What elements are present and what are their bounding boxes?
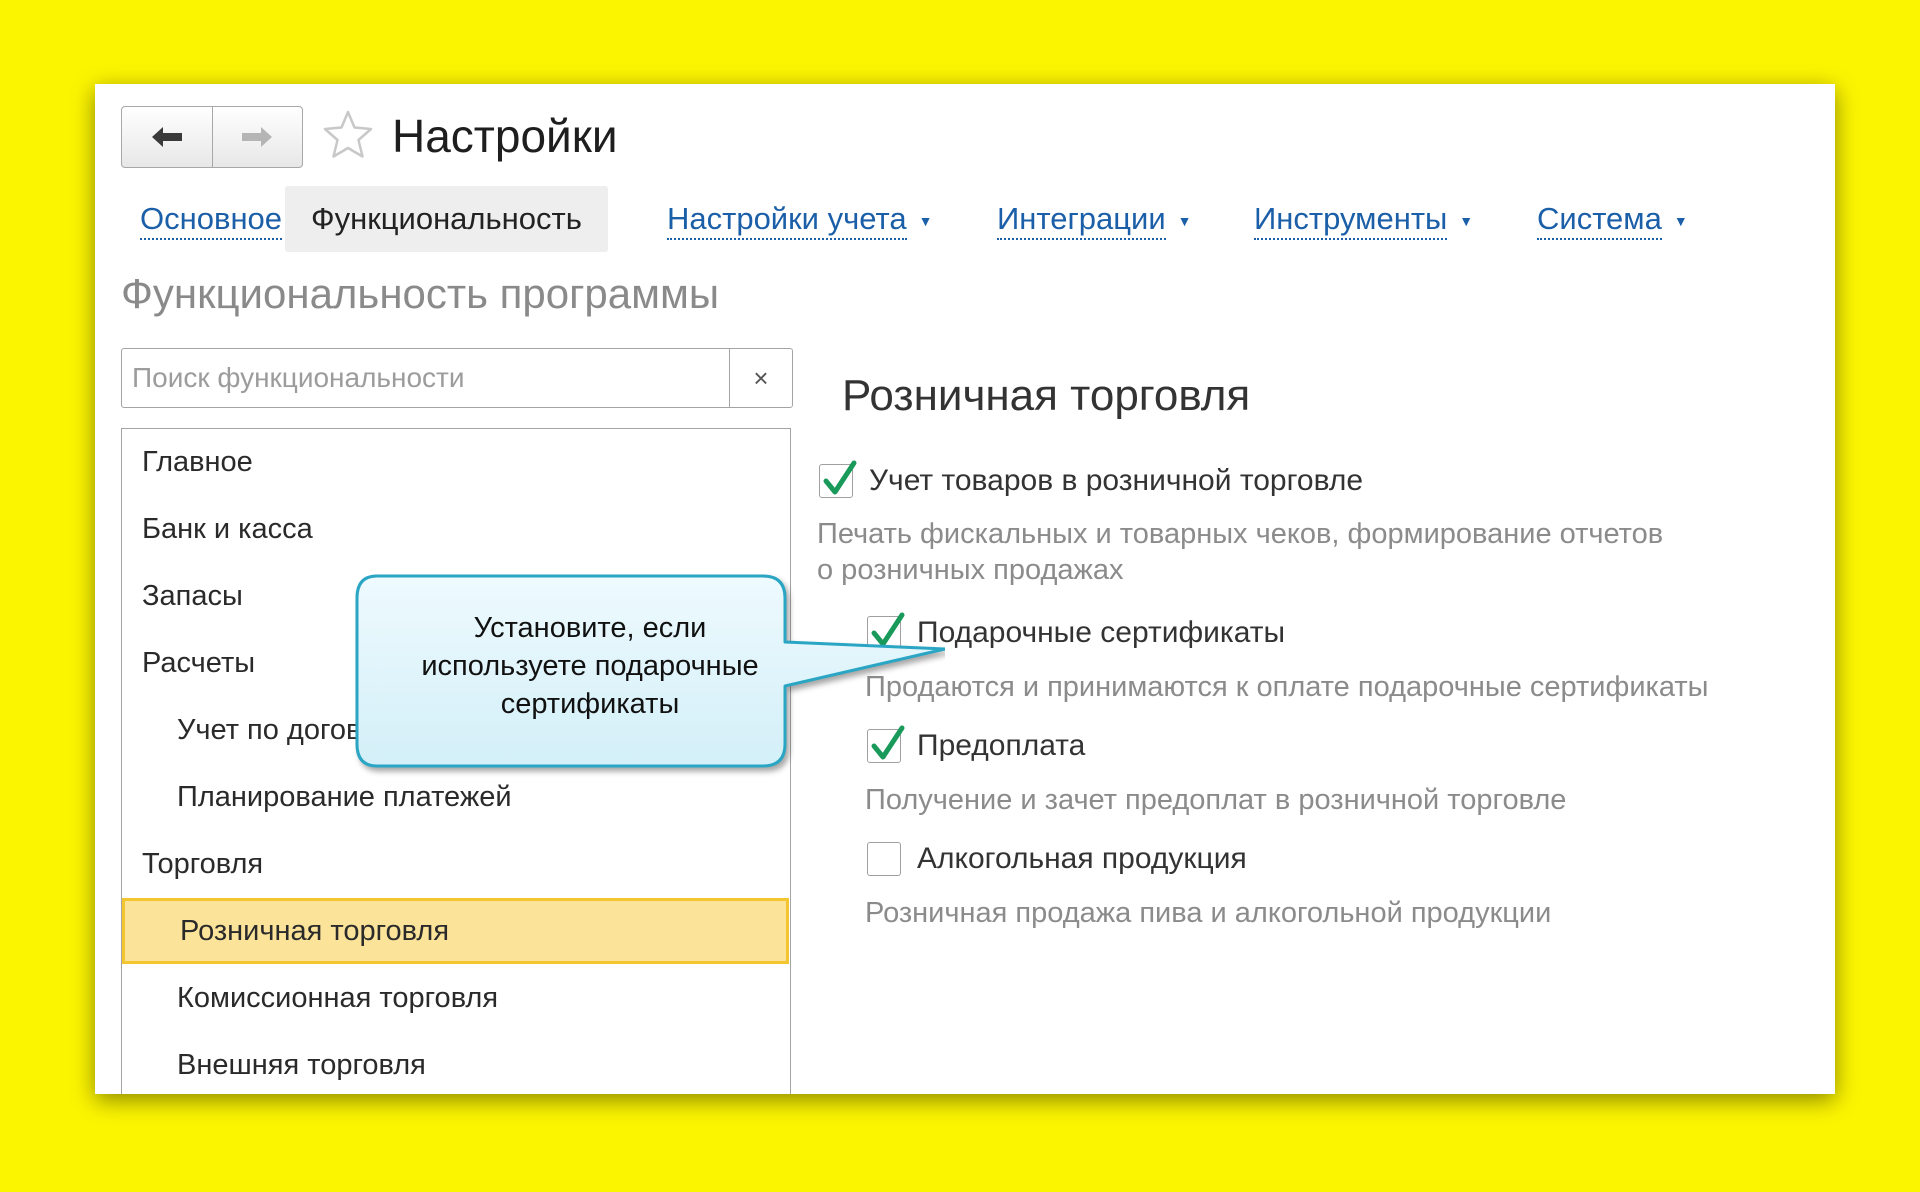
option-description: Получение и зачет предоплат в розничной … [865, 782, 1566, 818]
checkbox-alkogolnaya-produktsiya[interactable] [867, 842, 901, 876]
description-line: Получение и зачет предоплат в розничной … [865, 784, 1567, 816]
nav-buttons [121, 106, 303, 168]
tab-funktsionalnost[interactable]: Функциональность [285, 186, 608, 252]
search-input[interactable] [122, 349, 728, 407]
description-line: Печать фискальных и товарных чеков, форм… [817, 518, 1664, 550]
tree-item-bank-i-kassa[interactable]: Банк и касса [122, 496, 789, 562]
callout-text: Установите, если используете подарочные … [400, 609, 780, 723]
tab-label: Основное [140, 201, 283, 240]
tab-osnovnoe[interactable]: Основное [140, 186, 283, 252]
clear-search-button[interactable]: × [729, 349, 792, 407]
settings-window: Настройки Основное Функциональность Наст… [95, 84, 1835, 1094]
callout-line: Установите, если [473, 612, 707, 644]
dropdown-caret-icon: ▼ [1673, 212, 1688, 229]
window-title: Настройки [392, 110, 618, 162]
option-label[interactable]: Подарочные сертификаты [917, 613, 1285, 653]
description-line: Розничная продажа пива и алкогольной про… [865, 897, 1552, 929]
tab-label: Функциональность [311, 201, 582, 236]
back-button[interactable] [122, 107, 212, 167]
callout-line: используете подарочные [421, 650, 759, 682]
tab-label: Система [1537, 201, 1662, 240]
forward-arrow-icon [242, 127, 273, 147]
tree-item-torgovlya[interactable]: Торговля [122, 831, 789, 897]
dropdown-caret-icon: ▼ [1177, 212, 1192, 229]
tab-label: Интеграции [997, 201, 1166, 240]
tab-nastroiki-ucheta[interactable]: Настройки учета ▼ [667, 186, 932, 252]
tree-item-glavnoe[interactable]: Главное [122, 429, 789, 495]
tree-item-vneshnyaya-torgovlya[interactable]: Внешняя торговля [122, 1032, 789, 1094]
checkbox-uchet-tovarov[interactable] [819, 460, 857, 498]
tab-label: Инструменты [1254, 201, 1448, 240]
dropdown-caret-icon: ▼ [1459, 212, 1474, 229]
favorite-star-icon[interactable] [321, 108, 375, 162]
section-title: Функциональность программы [121, 270, 720, 317]
tab-sistema[interactable]: Система ▼ [1537, 186, 1688, 252]
option-description: Продаются и принимаются к оплате подароч… [865, 669, 1709, 705]
search-box: × [121, 348, 793, 408]
tree-item-roznichnaya-torgovlya[interactable]: Розничная торговля [122, 898, 789, 964]
tab-instrumenty[interactable]: Инструменты ▼ [1254, 186, 1473, 252]
forward-button[interactable] [211, 107, 303, 167]
tab-integratsii[interactable]: Интеграции ▼ [997, 186, 1192, 252]
option-description: Розничная продажа пива и алкогольной про… [865, 895, 1551, 931]
tree-item-komissionnaya-torgovlya[interactable]: Комиссионная торговля [122, 965, 789, 1031]
back-arrow-icon [151, 127, 182, 147]
panel-title: Розничная торговля [842, 371, 1251, 420]
option-label[interactable]: Учет товаров в розничной торговле [869, 461, 1363, 501]
callout-line: сертификаты [500, 688, 680, 720]
option-label[interactable]: Алкогольная продукция [917, 839, 1247, 879]
dropdown-caret-icon: ▼ [918, 212, 933, 229]
checkmark-icon [823, 460, 857, 495]
tab-label: Настройки учета [667, 201, 907, 240]
description-line: Продаются и принимаются к оплате подароч… [865, 671, 1709, 703]
